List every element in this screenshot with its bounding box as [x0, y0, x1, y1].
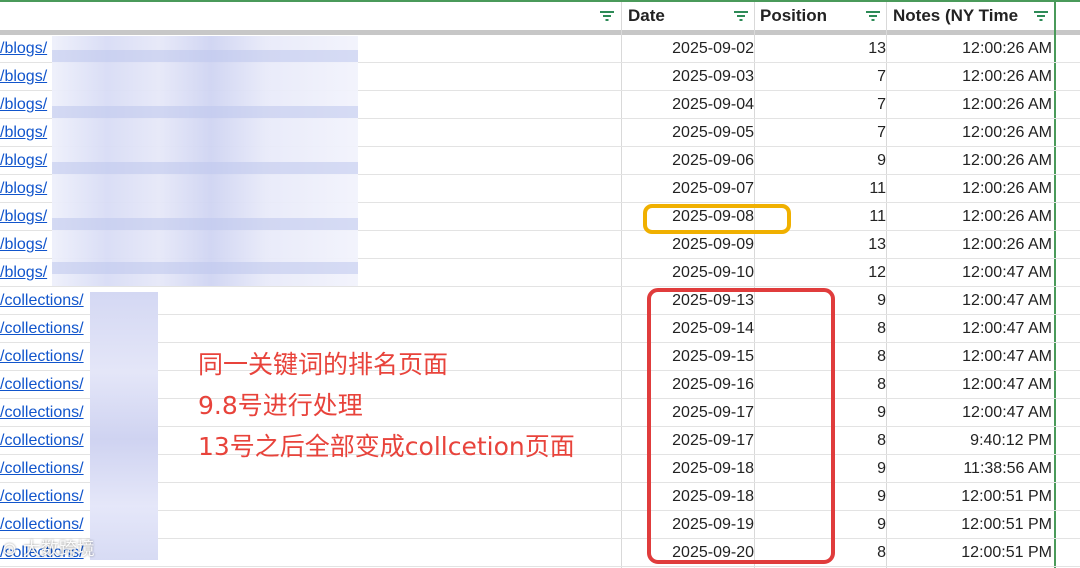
redacted-url-strip	[52, 106, 358, 118]
filter-icon[interactable]	[600, 10, 614, 22]
filter-icon[interactable]	[734, 10, 748, 22]
time-cell[interactable]: 12:00:47 AM	[888, 287, 1052, 314]
redacted-url-strip	[52, 262, 358, 274]
time-cell[interactable]: 12:00:47 AM	[888, 371, 1052, 398]
redacted-url-strip	[52, 162, 358, 174]
time-cell[interactable]: 12:00:26 AM	[888, 203, 1052, 230]
position-cell[interactable]: 7	[756, 119, 886, 146]
position-cell[interactable]: 7	[756, 63, 886, 90]
highlight-box-red	[647, 288, 835, 564]
time-cell[interactable]: 12:00:51 PM	[888, 539, 1052, 566]
time-cell[interactable]: 12:00:26 AM	[888, 147, 1052, 174]
table-row: /collections/2025-09-13 9 12:00:47 AM	[0, 287, 1080, 315]
time-cell[interactable]: 12:00:51 PM	[888, 483, 1052, 510]
date-cell[interactable]: 2025-09-07	[622, 175, 754, 202]
time-cell[interactable]: 12:00:26 AM	[888, 91, 1052, 118]
time-cell[interactable]: 12:00:51 PM	[888, 511, 1052, 538]
date-cell[interactable]: 2025-09-05	[622, 119, 754, 146]
header-notes[interactable]: Notes (NY Time	[887, 2, 1037, 30]
column-header-row: Date Position Notes (NY Time	[0, 2, 1080, 30]
redacted-url-area	[90, 292, 158, 560]
position-cell[interactable]: 12	[756, 259, 886, 286]
annotation-line-3: 13号之后全部变成collcetion页面	[198, 432, 575, 461]
header-position[interactable]: Position	[754, 2, 827, 30]
date-cell[interactable]: 2025-09-06	[622, 147, 754, 174]
table-row: /collections/2025-09-14 8 12:00:47 AM	[0, 315, 1080, 343]
annotation-note: 同一关键词的排名页面 9.8号进行处理 13号之后全部变成collcetion页…	[198, 344, 618, 467]
redacted-url-strip	[52, 50, 358, 62]
date-cell[interactable]: 2025-09-03	[622, 63, 754, 90]
annotation-line-1: 同一关键词的排名页面	[198, 350, 449, 379]
filter-icon[interactable]	[866, 10, 880, 22]
highlight-box-yellow	[643, 204, 791, 234]
table-row: /collections/2025-09-19 9 12:00:51 PM	[0, 511, 1080, 539]
time-cell[interactable]: 12:00:26 AM	[888, 119, 1052, 146]
time-cell[interactable]: 12:00:47 AM	[888, 315, 1052, 342]
date-cell[interactable]: 2025-09-10	[622, 259, 754, 286]
time-cell[interactable]: 12:00:47 AM	[888, 343, 1052, 370]
time-cell[interactable]: 12:00:47 AM	[888, 259, 1052, 286]
filter-icon[interactable]	[1034, 10, 1048, 22]
position-cell[interactable]: 13	[756, 35, 886, 62]
table-row: /collections/2025-09-20 8 12:00:51 PM	[0, 539, 1080, 567]
date-cell[interactable]: 2025-09-04	[622, 91, 754, 118]
time-cell[interactable]: 11:38:56 AM	[888, 455, 1052, 482]
annotation-line-2: 9.8号进行处理	[198, 391, 363, 420]
position-cell[interactable]: 11	[756, 175, 886, 202]
time-cell[interactable]: 12:00:26 AM	[888, 35, 1052, 62]
time-cell[interactable]: 12:00:26 AM	[888, 231, 1052, 258]
header-date[interactable]: Date	[622, 2, 665, 30]
time-cell[interactable]: 12:00:26 AM	[888, 175, 1052, 202]
date-cell[interactable]: 2025-09-09	[622, 231, 754, 258]
table-row: /collections/2025-09-18 9 12:00:51 PM	[0, 483, 1080, 511]
position-cell[interactable]: 7	[756, 91, 886, 118]
redacted-url-strip	[52, 218, 358, 230]
time-cell[interactable]: 12:00:47 AM	[888, 399, 1052, 426]
time-cell[interactable]: 9:40:12 PM	[888, 427, 1052, 454]
time-cell[interactable]: 12:00:26 AM	[888, 63, 1052, 90]
position-cell[interactable]: 13	[756, 231, 886, 258]
date-cell[interactable]: 2025-09-02	[622, 35, 754, 62]
watermark: ⊙ 大数跨境	[2, 539, 95, 560]
redacted-url-area	[52, 36, 358, 286]
position-cell[interactable]: 9	[756, 147, 886, 174]
